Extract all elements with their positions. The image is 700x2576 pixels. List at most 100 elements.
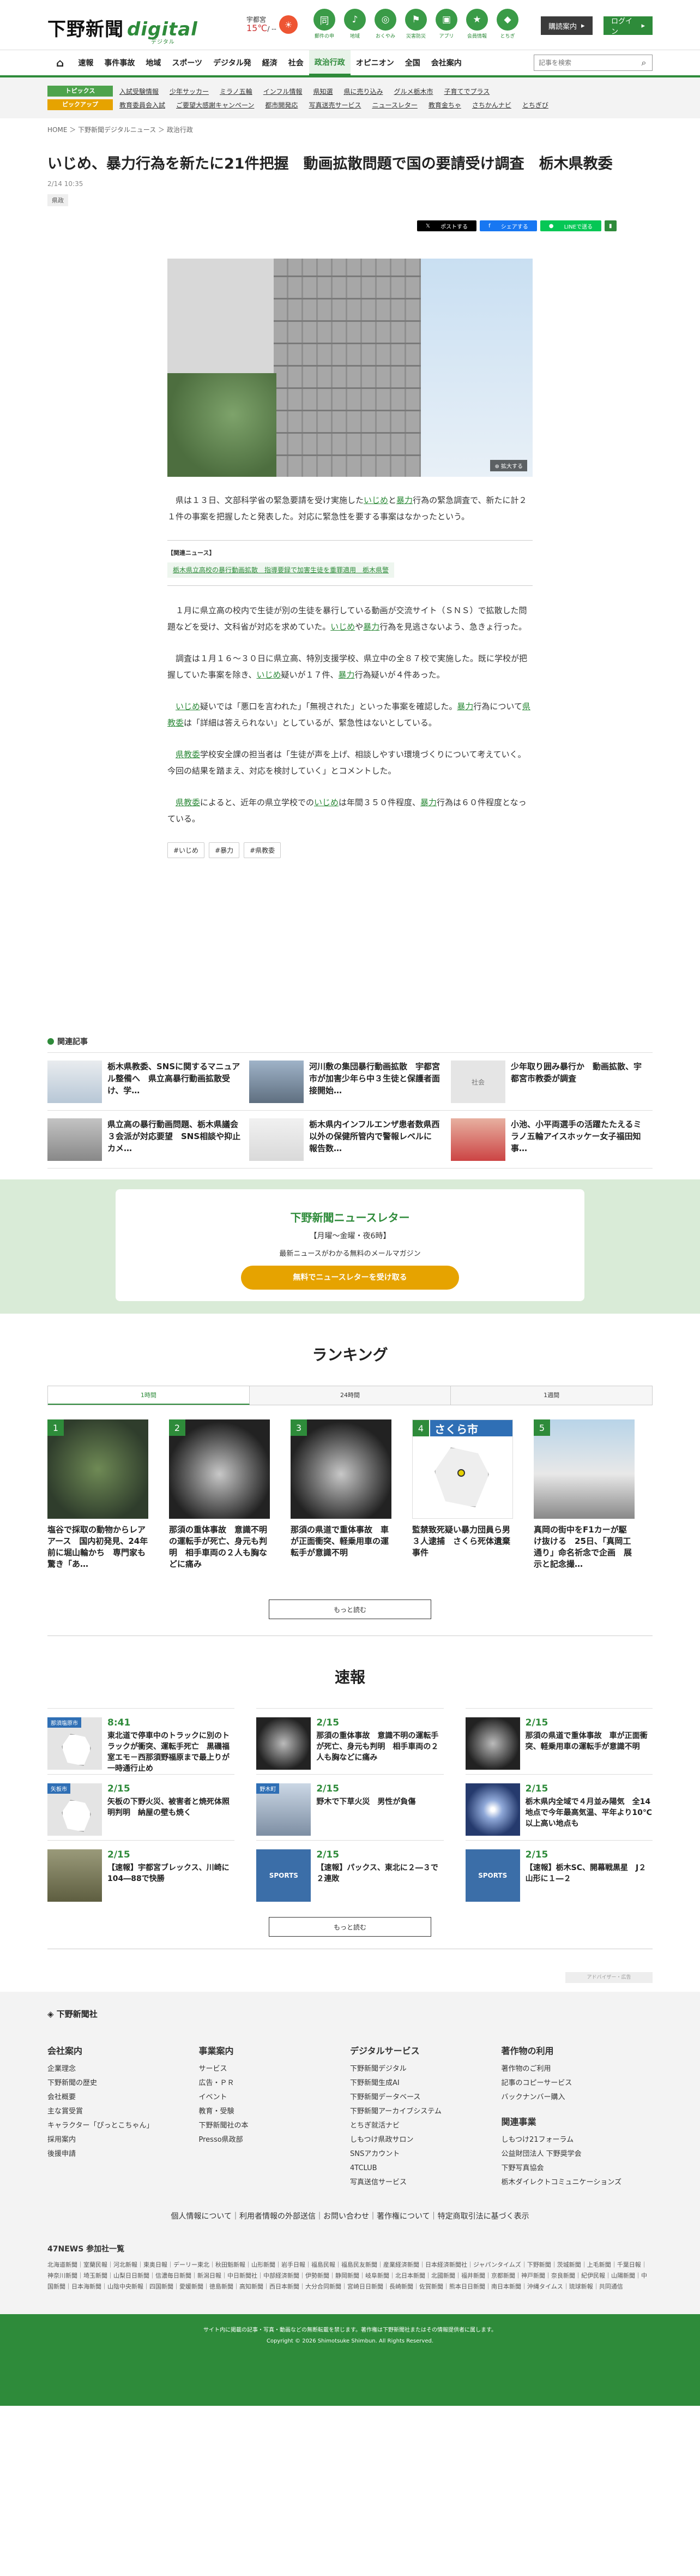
keyword-link[interactable]: 県教委 bbox=[167, 702, 530, 728]
keyword-link[interactable]: 県教委 bbox=[176, 798, 200, 807]
footer-link[interactable]: 下野新聞デジタル bbox=[350, 2063, 502, 2075]
footer-link[interactable]: 記事のコピーサービス bbox=[502, 2077, 653, 2089]
footer-link[interactable]: 下野新聞の歴史 bbox=[47, 2077, 199, 2089]
footer-link[interactable]: 下野新聞生成AI bbox=[350, 2077, 502, 2089]
weather-widget[interactable]: 宇都宮 15℃/ -- bbox=[246, 15, 276, 33]
quick-link[interactable]: ⚑ 災害防災 bbox=[403, 9, 429, 39]
topic-link[interactable]: ミラノ五輪 bbox=[220, 87, 252, 96]
share-line-button[interactable]: ● LINEで送る bbox=[540, 220, 601, 231]
share-x-button[interactable]: 𝕏 ポストする bbox=[417, 220, 477, 231]
footer-link[interactable]: バックナンバー購入 bbox=[502, 2092, 653, 2104]
related-card[interactable]: 社会 少年取り囲み暴行か 動画拡散、宇都宮市教委が調査 bbox=[451, 1053, 653, 1111]
ranking-tab[interactable]: 24時間 bbox=[249, 1386, 451, 1405]
topic-link[interactable]: インフル情報 bbox=[263, 87, 303, 96]
footer-link[interactable]: 企業理念 bbox=[47, 2063, 199, 2075]
ranking-item[interactable]: 4 さくら市 監禁致死疑い暴力団員ら男３人逮捕 さくら死体遺棄事件 bbox=[412, 1419, 513, 1570]
breaking-item[interactable]: 那須塩原市 8:41 東北道で停車中のトラックに別のトラックが衝突、運転手死亡 黒磯… bbox=[47, 1708, 235, 1774]
quick-link[interactable]: ◎ おくやみ bbox=[373, 9, 398, 39]
footer-link[interactable]: サービス bbox=[199, 2063, 351, 2075]
footer-link[interactable]: 著作物のご利用 bbox=[502, 2063, 653, 2075]
nav-item[interactable]: 社会 bbox=[283, 50, 309, 75]
footer-link[interactable]: 主な賞受賞 bbox=[47, 2106, 199, 2118]
topic-link[interactable]: ニュースレター bbox=[372, 100, 417, 110]
keyword-link[interactable]: いじめ bbox=[364, 495, 388, 505]
footer-link[interactable]: 下野新聞データベース bbox=[350, 2092, 502, 2104]
share-facebook-button[interactable]: f シェアする bbox=[480, 220, 537, 231]
footer-47news-list[interactable]: 北海道新聞｜室蘭民報｜河北新報｜東奥日報｜デーリー東北｜秋田魁新報｜山形新聞｜岩… bbox=[47, 2260, 653, 2292]
nav-item[interactable]: 会社案内 bbox=[426, 50, 467, 75]
breaking-item[interactable]: SPORTS 2/15 【速報】パックス、東北に２―３で２連敗 bbox=[256, 1840, 444, 1906]
footer-link[interactable]: Presso県政部 bbox=[199, 2134, 351, 2146]
subscribe-button[interactable]: 購読案内 ▸ bbox=[541, 16, 593, 35]
topic-link[interactable]: 入試受験情報 bbox=[119, 87, 159, 96]
footer-logo[interactable]: ◈ 下野新聞社 bbox=[47, 2008, 653, 2020]
footer-link[interactable]: 会社概要 bbox=[47, 2092, 199, 2104]
category-badge[interactable]: 県政 bbox=[47, 194, 68, 206]
nav-item[interactable]: 経済 bbox=[257, 50, 283, 75]
keyword-link[interactable]: 県教委 bbox=[176, 750, 200, 759]
footer-link[interactable]: 採用案内 bbox=[47, 2134, 199, 2146]
keyword-link[interactable]: 暴力 bbox=[457, 702, 473, 711]
breaking-more-button[interactable]: もっと読む bbox=[269, 1917, 431, 1937]
keyword-link[interactable]: いじめ bbox=[176, 702, 200, 711]
breaking-item[interactable]: 2/15 那須の県道で重体事故 車が正面衝突、軽乗用車の運転手が意識不明 bbox=[465, 1708, 653, 1774]
topic-link[interactable]: 写真送売サービス bbox=[309, 100, 361, 110]
bookmark-icon[interactable]: ▮ bbox=[605, 220, 617, 231]
breadcrumb-digital[interactable]: 下野新聞デジタルニュース bbox=[78, 126, 156, 134]
nav-item[interactable]: 全国 bbox=[400, 50, 426, 75]
related-card[interactable]: 県立高の暴行動画問題、栃木県議会３会派が対応要望 SNS相談や抑止カメ… bbox=[47, 1111, 249, 1169]
quick-link[interactable]: ★ 会員情報 bbox=[464, 9, 490, 39]
login-button[interactable]: ログイン ▸ bbox=[604, 16, 653, 36]
search-icon[interactable]: ⌕ bbox=[636, 55, 652, 70]
footer-link[interactable]: しもつけ21フォーラム bbox=[502, 2134, 653, 2146]
breaking-item[interactable]: 2/15 那須の重体事故 意識不明の運転手が死亡、身元も判明 相手車両の２人も胸な… bbox=[256, 1708, 444, 1774]
footer-link[interactable]: 4TCLUB bbox=[350, 2162, 502, 2174]
nav-item[interactable]: デジタル発 bbox=[208, 50, 257, 75]
article-photo[interactable]: ⊕ 拡大する bbox=[167, 259, 533, 477]
ranking-more-button[interactable]: もっと読む bbox=[269, 1599, 431, 1619]
footer-link[interactable]: 公益財団法人 下野奨学会 bbox=[502, 2148, 653, 2160]
topic-link[interactable]: ご要望大感謝キャンペーン bbox=[176, 100, 254, 110]
nav-item[interactable]: スポーツ bbox=[166, 50, 208, 75]
nav-item[interactable]: 事件事故 bbox=[99, 50, 140, 75]
quick-link[interactable]: 同郵件の申 bbox=[312, 9, 337, 39]
topic-link[interactable]: 教育金ちゃ bbox=[429, 100, 461, 110]
related-card[interactable]: 栃木県教委、SNSに関するマニュアル整備へ 県立高暴行動画拡散受け、学… bbox=[47, 1053, 249, 1111]
footer-link[interactable]: 栃木ダイレクトコミュニケーションズ bbox=[502, 2177, 653, 2189]
quick-link[interactable]: ♪ 地域 bbox=[342, 9, 367, 39]
footer-link[interactable]: 下野写真協会 bbox=[502, 2162, 653, 2174]
related-card[interactable]: 河川敷の集団暴行動画拡散 宇都宮市が加害少年ら中３生徒と保護者面接開始… bbox=[249, 1053, 451, 1111]
nav-item[interactable]: 速報 bbox=[73, 50, 99, 75]
keyword-link[interactable]: 暴力 bbox=[420, 798, 437, 807]
ranking-item[interactable]: 3 那須の県道で重体事故 車が正面衝突、軽乗用車の運転手が意識不明 bbox=[291, 1419, 391, 1570]
nav-item[interactable]: 政治行政 bbox=[309, 50, 351, 75]
newsletter-subscribe-button[interactable]: 無料でニュースレターを受け取る bbox=[241, 1266, 459, 1290]
footer-link[interactable]: 後援申請 bbox=[47, 2148, 199, 2160]
footer-link[interactable]: 下野新聞アーカイブシステム bbox=[350, 2106, 502, 2118]
tag-chip[interactable]: #暴力 bbox=[209, 842, 240, 858]
ranking-tab[interactable]: 1週間 bbox=[451, 1386, 653, 1405]
breadcrumb-home[interactable]: HOME bbox=[47, 126, 67, 134]
footer-link[interactable]: キャラクター「ぴっとこちゃん」 bbox=[47, 2120, 199, 2132]
breaking-item[interactable]: 矢板市 2/15 矢板の下野火災、被害者と焼死体照明判明 納屋の壁も焼く bbox=[47, 1774, 235, 1840]
quick-link[interactable]: ◆ とちぎ bbox=[495, 9, 520, 39]
keyword-link[interactable]: 暴力 bbox=[339, 670, 355, 680]
footer-link[interactable]: 広告・ＰＲ bbox=[199, 2077, 351, 2089]
ranking-item[interactable]: 1 塩谷で採取の動物からレアアース 国内初発見、24年前に堀山輪かち 専門家も驚き… bbox=[47, 1419, 148, 1570]
topic-link[interactable]: とちぎび bbox=[522, 100, 548, 110]
footer-link[interactable]: イベント bbox=[199, 2092, 351, 2104]
breaking-item[interactable]: SPORTS 2/15 【速報】栃木SC、開幕戦黒星 J２山形に１―２ bbox=[465, 1840, 653, 1906]
topic-link[interactable]: さちかんナビ bbox=[472, 100, 511, 110]
footer-link[interactable]: SNSアカウント bbox=[350, 2148, 502, 2160]
nav-item[interactable]: 地域 bbox=[140, 50, 166, 75]
tag-chip[interactable]: #いじめ bbox=[167, 842, 205, 858]
ranking-item[interactable]: 5 真岡の街中をF1カーが駆け抜ける 25日、「真岡工通り」命名祈念で企画 展示と… bbox=[534, 1419, 635, 1570]
topic-link[interactable]: 少年サッカー bbox=[170, 87, 209, 96]
site-logo[interactable]: 下野新聞 digital デジタル bbox=[47, 14, 198, 45]
keyword-link[interactable]: いじめ bbox=[330, 622, 355, 632]
ranking-item[interactable]: 2 那須の重体事故 意識不明の運転手が死亡、身元も判明 相手車両の２人も胸などに痛… bbox=[169, 1419, 270, 1570]
related-news-link[interactable]: 栃木県立高校の暴行動画拡散 指導要録で加害生徒を重罪適用 栃木県警 bbox=[167, 562, 395, 578]
footer-link[interactable]: 下野新聞社の本 bbox=[199, 2120, 351, 2132]
zoom-button[interactable]: ⊕ 拡大する bbox=[490, 460, 527, 471]
footer-link[interactable]: しもつけ県政サロン bbox=[350, 2134, 502, 2146]
